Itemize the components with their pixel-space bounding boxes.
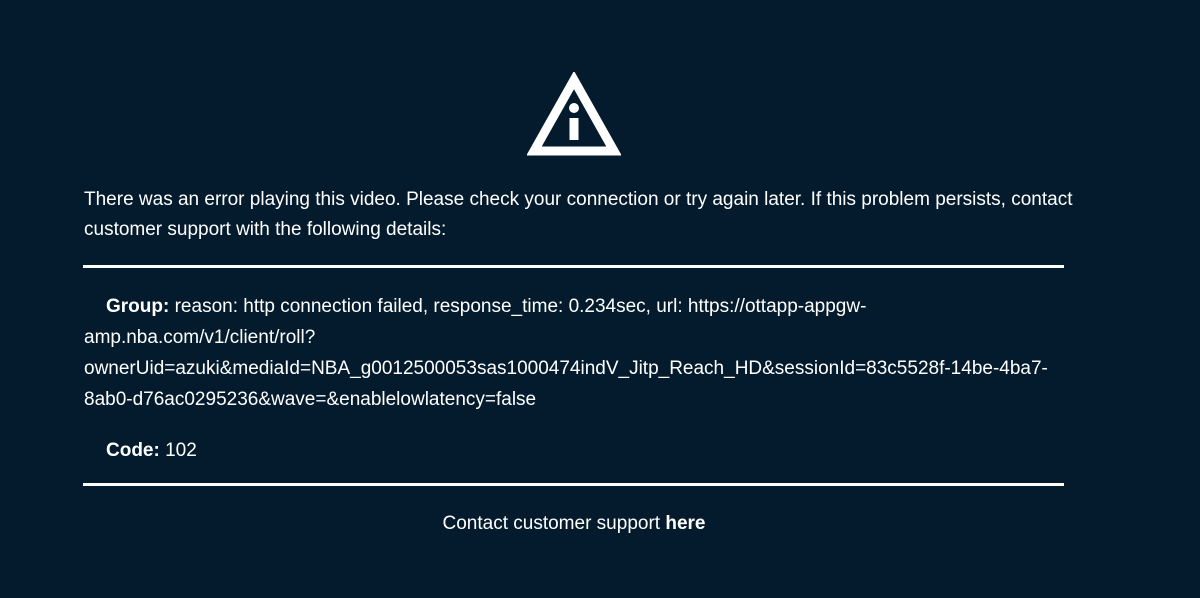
divider-top	[83, 265, 1064, 268]
divider-bottom	[83, 483, 1064, 486]
warning-icon	[527, 72, 621, 156]
group-detail: Group: reason: http connection failed, r…	[84, 291, 1064, 415]
support-line: Contact customer support here	[0, 510, 1148, 538]
support-text: Contact customer support	[442, 513, 661, 534]
code-detail: Code: 102	[84, 435, 1064, 466]
code-value: 102	[165, 440, 197, 461]
code-label: Code:	[106, 440, 160, 461]
error-details: Group: reason: http connection failed, r…	[84, 291, 1064, 466]
group-value: reason: http connection failed, response…	[84, 296, 1048, 410]
error-message: There was an error playing this video. P…	[84, 189, 1073, 240]
support-link[interactable]: here	[665, 513, 705, 534]
group-label: Group:	[106, 296, 170, 317]
